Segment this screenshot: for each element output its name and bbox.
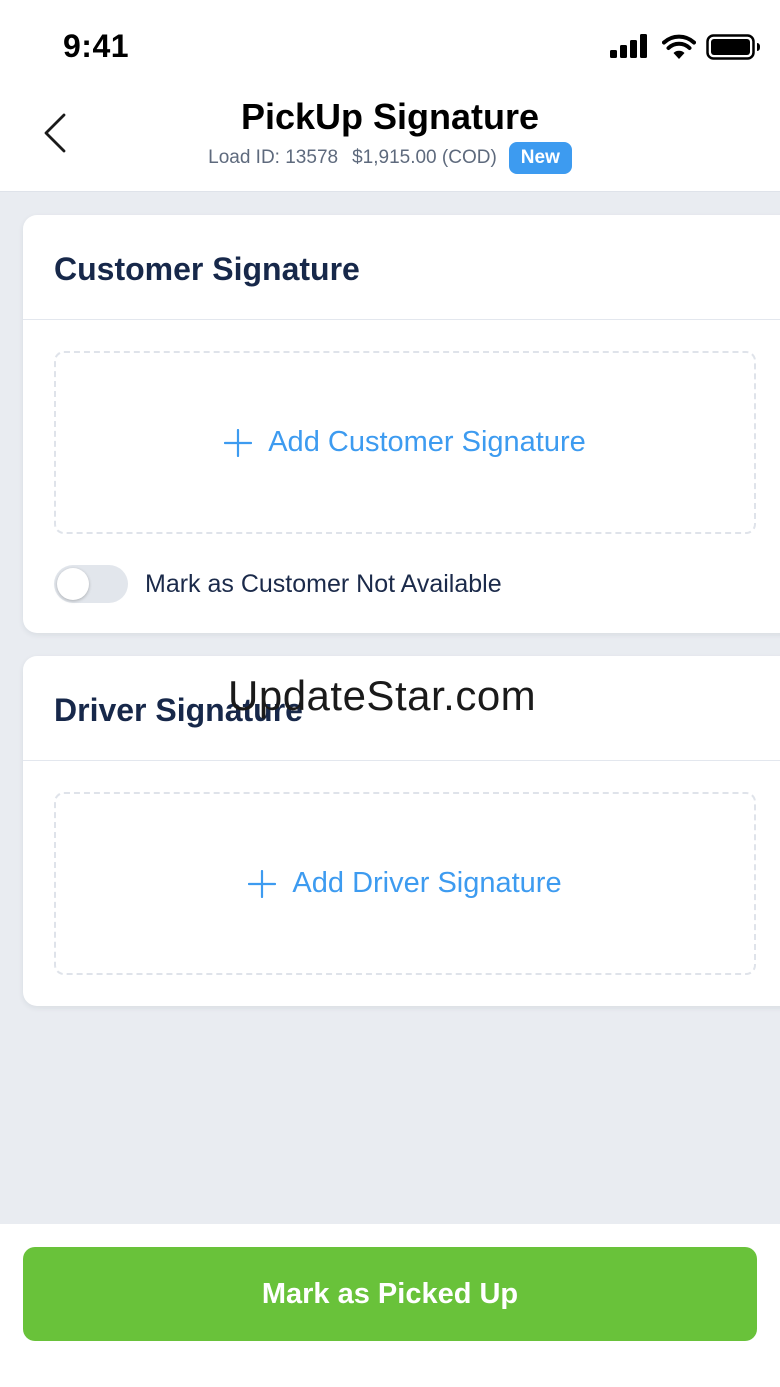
customer-not-available-toggle[interactable] xyxy=(54,565,128,603)
plus-icon xyxy=(224,428,253,457)
header: PickUp Signature Load ID: 13578 $1,915.0… xyxy=(0,90,780,192)
load-id: Load ID: 13578 xyxy=(208,147,339,168)
add-customer-signature-label: Add Customer Signature xyxy=(268,426,586,458)
watermark: UpdateStar.com xyxy=(228,672,537,719)
customer-not-available-row: Mark as Customer Not Available xyxy=(54,565,502,603)
toggle-knob xyxy=(57,568,89,600)
bottom-action-bar: Mark as Picked Up xyxy=(0,1224,780,1387)
customer-signature-title: Customer Signature xyxy=(54,251,360,287)
wifi-icon xyxy=(662,34,696,59)
customer-not-available-label: Mark as Customer Not Available xyxy=(145,569,502,598)
divider xyxy=(23,760,780,761)
mark-as-picked-up-button[interactable]: Mark as Picked Up xyxy=(23,1247,757,1341)
plus-icon xyxy=(248,869,277,898)
cellular-signal-icon xyxy=(610,34,647,58)
battery-icon xyxy=(706,34,760,60)
add-customer-signature-button[interactable]: Add Customer Signature xyxy=(54,351,756,534)
divider xyxy=(23,319,780,320)
page-title: PickUp Signature xyxy=(240,96,540,137)
load-amount: $1,915.00 (COD) xyxy=(352,147,497,168)
add-driver-signature-label: Add Driver Signature xyxy=(292,867,562,899)
status-badge: New xyxy=(508,142,572,174)
customer-signature-card: Customer Signature Add Customer Signatur… xyxy=(23,215,780,633)
status-icons xyxy=(610,32,770,62)
add-driver-signature-button[interactable]: Add Driver Signature xyxy=(54,792,756,975)
status-time: 9:41 xyxy=(63,28,130,64)
status-bar: 9:41 xyxy=(0,0,780,90)
load-info: Load ID: 13578 $1,915.00 (COD) New xyxy=(0,142,780,174)
